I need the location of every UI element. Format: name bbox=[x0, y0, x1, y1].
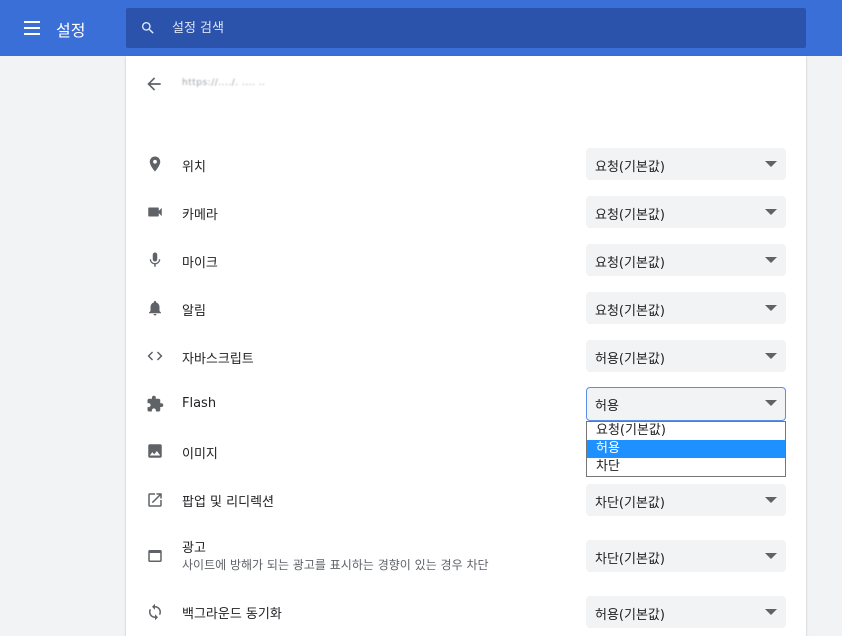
chevron-down-icon bbox=[765, 209, 777, 215]
microphone-icon bbox=[149, 252, 161, 267]
permission-select-javascript[interactable]: 허용(기본값) bbox=[586, 340, 786, 372]
chevron-down-icon bbox=[765, 353, 777, 359]
permission-label: 이미지 bbox=[182, 447, 218, 462]
permission-select-microphone[interactable]: 요청(기본값) bbox=[586, 244, 786, 276]
permission-select-background-sync[interactable]: 허용(기본값) bbox=[586, 596, 786, 628]
permission-label: 자바스크립트 bbox=[182, 352, 254, 367]
permission-select-ads[interactable]: 차단(기본값) bbox=[586, 540, 786, 572]
permission-row-notifications: 알림 요청(기본값) bbox=[126, 292, 806, 324]
permission-label: Flash bbox=[182, 396, 217, 411]
site-settings-card: https://..../. .... .. 위치 요청(기본값) 카메라 요청… bbox=[126, 56, 806, 636]
permission-row-ads: 광고 사이트에 방해가 되는 광고를 표시하는 경향이 있는 경우 차단 차단(… bbox=[126, 540, 806, 572]
permission-select-camera[interactable]: 요청(기본값) bbox=[586, 196, 786, 228]
flash-dropdown-list: 요청(기본값) 허용 차단 bbox=[586, 421, 786, 477]
web-asset-icon bbox=[148, 550, 162, 562]
sync-icon bbox=[149, 603, 161, 621]
permission-select-notifications[interactable]: 요청(기본값) bbox=[586, 292, 786, 324]
permission-description: 사이트에 방해가 되는 광고를 표시하는 경향이 있는 경우 차단 bbox=[182, 558, 489, 572]
search-icon bbox=[142, 22, 154, 34]
bell-icon bbox=[149, 300, 161, 316]
location-pin-icon bbox=[149, 156, 161, 172]
permission-select-flash[interactable]: 허용 bbox=[586, 387, 786, 421]
permission-row-camera: 카메라 요청(기본값) bbox=[126, 196, 806, 228]
open-in-new-icon bbox=[148, 493, 162, 507]
search-box[interactable] bbox=[126, 8, 806, 48]
permission-row-background-sync: 백그라운드 동기화 허용(기본값) bbox=[126, 596, 806, 628]
permission-label: 팝업 및 리디렉션 bbox=[182, 495, 274, 510]
chevron-down-icon bbox=[765, 305, 777, 311]
permission-label: 위치 bbox=[182, 160, 206, 175]
top-bar: 설정 bbox=[0, 0, 842, 56]
chevron-down-icon bbox=[765, 497, 777, 503]
chevron-down-icon bbox=[765, 161, 777, 167]
permission-label: 광고 bbox=[182, 541, 206, 556]
app-title: 설정 bbox=[56, 21, 86, 40]
permission-row-flash: Flash 허용 bbox=[126, 387, 806, 421]
back-arrow-icon[interactable] bbox=[144, 74, 164, 94]
chevron-down-icon bbox=[765, 257, 777, 263]
dropdown-option-ask[interactable]: 요청(기본값) bbox=[587, 422, 785, 440]
camera-icon bbox=[148, 207, 162, 217]
permission-select-popups[interactable]: 차단(기본값) bbox=[586, 484, 786, 516]
menu-icon[interactable] bbox=[22, 18, 44, 38]
permission-select-location[interactable]: 요청(기본값) bbox=[586, 148, 786, 180]
chevron-down-icon bbox=[765, 553, 777, 559]
dropdown-option-block[interactable]: 차단 bbox=[587, 458, 785, 476]
image-icon bbox=[148, 444, 162, 458]
chevron-down-icon bbox=[765, 400, 777, 406]
puzzle-icon bbox=[147, 395, 164, 412]
chevron-down-icon bbox=[765, 609, 777, 615]
permission-label: 백그라운드 동기화 bbox=[182, 607, 282, 622]
permission-row-location: 위치 요청(기본값) bbox=[126, 148, 806, 180]
permission-row-popups: 팝업 및 리디렉션 차단(기본값) bbox=[126, 484, 806, 516]
site-url: https://..../. .... .. bbox=[182, 78, 266, 88]
permission-row-javascript: 자바스크립트 허용(기본값) bbox=[126, 340, 806, 372]
permission-label: 카메라 bbox=[182, 208, 218, 223]
permission-row-microphone: 마이크 요청(기본값) bbox=[126, 244, 806, 276]
permission-label: 마이크 bbox=[182, 256, 218, 271]
search-input[interactable] bbox=[172, 8, 792, 48]
dropdown-option-allow[interactable]: 허용 bbox=[587, 440, 785, 458]
code-icon bbox=[147, 351, 163, 361]
permission-label: 알림 bbox=[182, 304, 206, 319]
